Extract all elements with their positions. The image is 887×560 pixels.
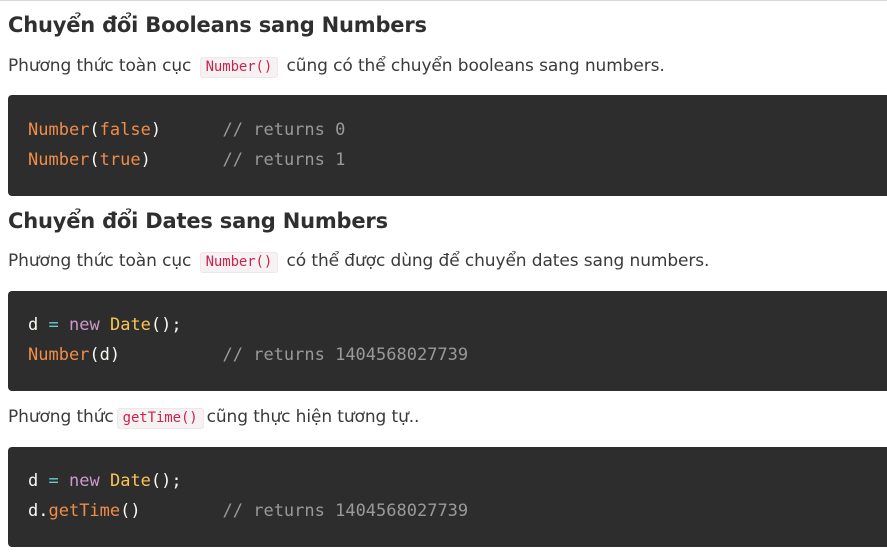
code-line: Number(d) // returns 1404568027739 [28,340,887,370]
inline-code: Number() [199,57,279,78]
code-comment: // returns 1 [222,150,346,170]
paragraph-dates: Phương thức toàn cục Number() có thể đượ… [8,249,709,274]
code-comment: // returns 1404568027739 [222,345,469,365]
code-punct: (); [150,315,182,335]
paragraph-text: Phương thức toàn cục [8,251,192,271]
code-keyword: new [69,315,100,335]
code-line: d.getTime() // returns 1404568027739 [28,496,887,526]
code-block-booleans[interactable]: Number(false) // returns 0 Number(true) /… [8,95,887,196]
inline-code: Number() [199,252,279,273]
code-args: () [120,501,141,521]
code-boolean: true [99,150,141,170]
heading-dates-to-numbers: Chuyển đổi Dates sang Numbers [8,209,388,233]
code-line: d = new Date(); [28,466,887,496]
paragraph-text: cũng có thể chuyển booleans sang numbers… [286,56,665,76]
code-args: (d) [89,345,121,365]
code-punct: ( [89,120,100,140]
code-function: getTime [48,501,121,521]
code-function: Number [28,345,90,365]
code-object: d. [28,501,49,521]
code-operator: = [48,471,59,491]
code-punct: ( [89,150,100,170]
code-comment: // returns 0 [222,120,346,140]
paragraph-gettime: Phương thức getTime() cũng thực hiện tương… [8,405,419,430]
code-boolean: false [99,120,151,140]
paragraph-text: Phương thức [8,407,114,427]
code-keyword: new [69,471,100,491]
top-divider [0,0,887,1]
paragraph-text: Phương thức toàn cục [8,56,192,76]
code-operator: = [48,315,59,335]
code-class: Date [109,471,151,491]
code-function: Number [28,120,90,140]
code-punct: (); [150,471,182,491]
paragraph-text: có thể được dùng để chuyển dates sang nu… [286,251,710,271]
heading-booleans-to-numbers: Chuyển đổi Booleans sang Numbers [8,13,427,37]
code-line: Number(false) // returns 0 [28,115,887,145]
code-block-dates[interactable]: d = new Date(); Number(d) // returns 1404… [8,291,887,391]
code-block-gettime[interactable]: d = new Date(); d.getTime() // returns 14… [8,447,887,547]
code-variable: d [28,471,39,491]
inline-code: getTime() [116,408,204,429]
code-line: Number(true) // returns 1 [28,145,887,175]
code-line: d = new Date(); [28,310,887,340]
code-punct: ) [140,150,151,170]
code-variable: d [28,315,39,335]
code-class: Date [109,315,151,335]
code-punct: ) [150,120,162,140]
code-function: Number [28,150,90,170]
paragraph-text: cũng thực hiện tương tự.. [206,407,420,427]
paragraph-booleans: Phương thức toàn cục Number() cũng có th… [8,54,665,79]
code-comment: // returns 1404568027739 [222,501,469,521]
